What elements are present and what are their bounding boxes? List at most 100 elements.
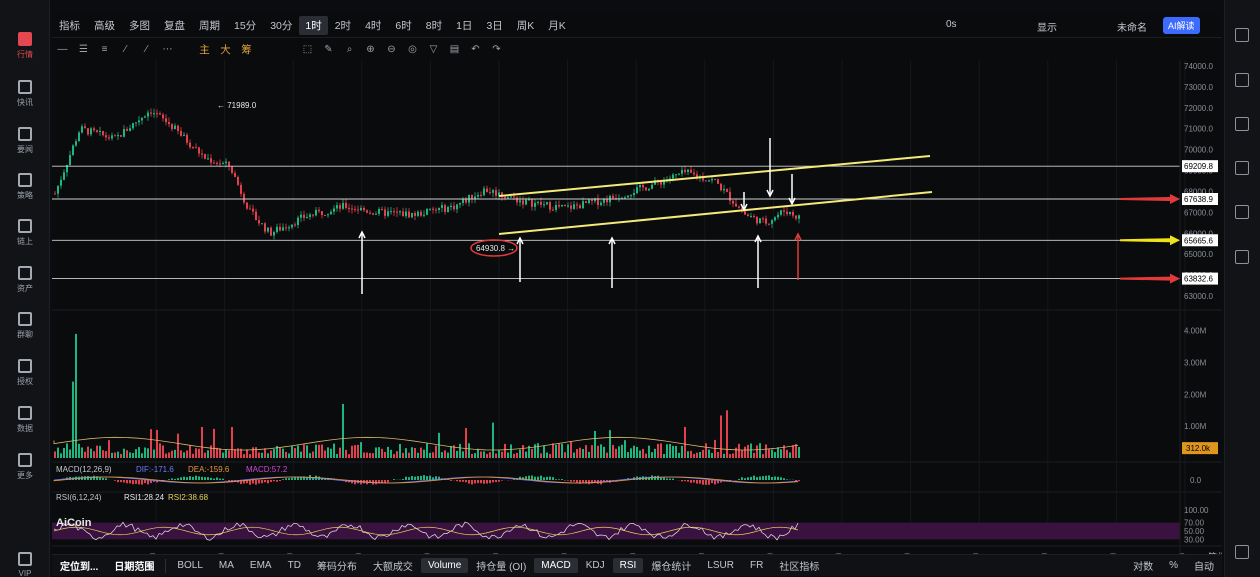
side-tool-icon-0[interactable]: [1235, 28, 1249, 42]
chart-tool-icon-1[interactable]: ✎: [318, 41, 339, 57]
indicator-toggle-6[interactable]: Volume: [420, 558, 469, 573]
drawing-toolbar: — ☰ ≡ ⁄ ∕ ⋯ 主大筹 ⬚ ✎ ⌕ ⊕ ⊖ ◎ ▽ ▤ ↶ ↷: [52, 38, 1222, 60]
period-1[interactable]: 高级: [87, 18, 122, 33]
chart-tool-icon-7[interactable]: ▤: [444, 41, 465, 57]
scale-option-1[interactable]: %: [1161, 560, 1186, 571]
indicator-toggle-2[interactable]: EMA: [242, 560, 280, 571]
chart-tool-icon-0[interactable]: ⬚: [297, 41, 318, 57]
indicator-toggle-14[interactable]: 社区指标: [771, 558, 827, 573]
display-button[interactable]: 显示: [1037, 19, 1057, 34]
volume-bar: [144, 447, 146, 458]
period-5[interactable]: 15分: [227, 18, 263, 33]
period-0[interactable]: 指标: [52, 18, 87, 33]
nav-item-2[interactable]: 要闻: [0, 121, 50, 161]
volume-bar: [288, 453, 290, 458]
seconds-label[interactable]: 0s: [946, 19, 957, 30]
volume-bar: [516, 452, 518, 458]
nav-item-8[interactable]: 数据: [0, 400, 50, 440]
side-tool-icon-1[interactable]: [1235, 73, 1249, 87]
draw-tool-icon-0[interactable]: —: [52, 41, 73, 57]
draw-tool-icon-2[interactable]: ≡: [94, 41, 115, 57]
nav-item-4[interactable]: 链上: [0, 213, 50, 253]
candle-body: [414, 212, 416, 216]
volume-bar: [417, 452, 419, 458]
indicator-toggle-3[interactable]: TD: [280, 560, 309, 571]
period-14[interactable]: 周K: [510, 18, 542, 33]
period-4[interactable]: 周期: [192, 18, 227, 33]
overlay-toggle-0[interactable]: 主: [194, 41, 215, 57]
indicator-toggle-4[interactable]: 筹码分布: [309, 558, 365, 573]
nav-item-7[interactable]: 授权: [0, 353, 50, 393]
period-6[interactable]: 30分: [263, 18, 299, 33]
scale-option-2[interactable]: 自动: [1186, 558, 1222, 573]
draw-tool-icon-5[interactable]: ⋯: [157, 41, 178, 57]
period-8[interactable]: 2时: [328, 18, 358, 33]
side-tool-icon-6[interactable]: [1235, 545, 1249, 559]
period-2[interactable]: 多图: [122, 18, 157, 33]
period-13[interactable]: 3日: [479, 18, 509, 33]
indicator-toggle-11[interactable]: 爆仓统计: [643, 558, 699, 573]
side-tool-icon-2[interactable]: [1235, 117, 1249, 131]
side-tool-icon-4[interactable]: [1235, 205, 1249, 219]
price-chart[interactable]: 74000.073000.072000.071000.070000.069000…: [52, 60, 1222, 568]
period-3[interactable]: 复盘: [157, 18, 192, 33]
overlay-toggle-2[interactable]: 筹: [236, 41, 257, 57]
indicator-toggle-13[interactable]: FR: [742, 560, 771, 571]
draw-tool-icon-3[interactable]: ⁄: [115, 41, 136, 57]
bottom-left-1[interactable]: 日期范围: [106, 558, 162, 573]
nav-item-0[interactable]: 行情: [0, 26, 50, 66]
candle-body: [375, 213, 377, 215]
layout-name-select[interactable]: 未命名: [1117, 19, 1147, 34]
nav-item-10[interactable]: VIP: [0, 545, 50, 577]
period-10[interactable]: 6时: [388, 18, 418, 33]
nav-item-1[interactable]: 快讯: [0, 74, 50, 114]
chart-tool-icon-6[interactable]: ▽: [423, 41, 444, 57]
period-15[interactable]: 月K: [541, 18, 573, 33]
indicator-toggle-8[interactable]: MACD: [534, 558, 578, 573]
draw-tool-icon-4[interactable]: ∕: [136, 41, 157, 57]
chart-tool-icon-9[interactable]: ↷: [486, 41, 507, 57]
document-icon: [18, 127, 32, 141]
volume-bar: [162, 445, 164, 458]
divider: [165, 558, 167, 573]
candle-body: [345, 202, 347, 208]
indicator-toggle-10[interactable]: RSI: [612, 558, 644, 573]
scale-option-0[interactable]: 对数: [1125, 558, 1161, 573]
macd-bar: [756, 477, 758, 480]
period-11[interactable]: 8时: [419, 18, 449, 33]
macd-bar: [282, 479, 284, 480]
period-9[interactable]: 4时: [358, 18, 388, 33]
ai-interpret-button[interactable]: AI解读: [1163, 17, 1200, 34]
nav-item-3[interactable]: 策略: [0, 167, 50, 207]
indicator-toggle-0[interactable]: BOLL: [169, 560, 211, 571]
period-7[interactable]: 1时: [299, 16, 328, 35]
indicator-toggle-7[interactable]: 持仓量 (OI): [468, 558, 534, 573]
volume-bar: [384, 452, 386, 458]
side-tool-icon-3[interactable]: [1235, 161, 1249, 175]
chart-tool-icon-8[interactable]: ↶: [465, 41, 486, 57]
candle-body: [105, 135, 107, 138]
candle-body: [210, 158, 212, 163]
indicator-toggle-12[interactable]: LSUR: [699, 560, 742, 571]
indicator-toggle-5[interactable]: 大额成交: [365, 558, 421, 573]
nav-item-5[interactable]: 资产: [0, 260, 50, 300]
nav-item-9[interactable]: 更多: [0, 447, 50, 487]
candle-body: [126, 129, 128, 131]
bottom-left-0[interactable]: 定位到...: [52, 558, 106, 573]
chart-tool-icon-4[interactable]: ⊖: [381, 41, 402, 57]
side-tool-icon-5[interactable]: [1235, 250, 1249, 264]
volume-bar: [243, 454, 245, 458]
volume-bar: [741, 450, 743, 458]
overlay-toggle-1[interactable]: 大: [215, 41, 236, 57]
period-12[interactable]: 1日: [449, 18, 479, 33]
chart-tool-icon-5[interactable]: ◎: [402, 41, 423, 57]
chart-tool-icon-2[interactable]: ⌕: [339, 41, 360, 57]
volume-bar: [792, 445, 794, 458]
nav-item-6[interactable]: 群聊: [0, 306, 50, 346]
volume-bar: [285, 451, 287, 458]
nav-item-label: 更多: [17, 471, 33, 480]
chart-tool-icon-3[interactable]: ⊕: [360, 41, 381, 57]
draw-tool-icon-1[interactable]: ☰: [73, 41, 94, 57]
indicator-toggle-9[interactable]: KDJ: [578, 560, 613, 571]
indicator-toggle-1[interactable]: MA: [211, 560, 242, 571]
